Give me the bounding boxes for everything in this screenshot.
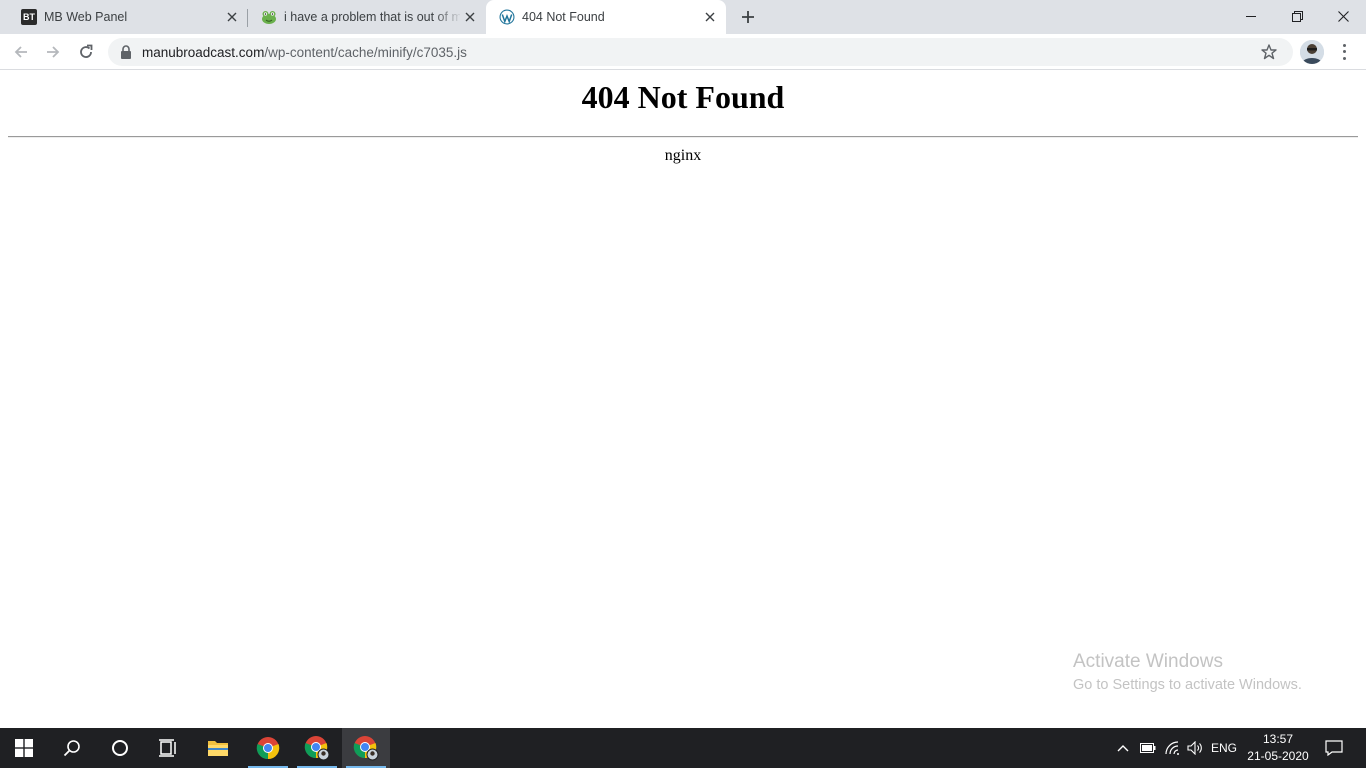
chrome-icon	[256, 737, 280, 760]
browser-menu-button[interactable]	[1336, 42, 1352, 62]
tab-title: MB Web Panel	[44, 10, 128, 24]
close-tab-icon[interactable]	[224, 9, 240, 25]
tab-problem-question[interactable]: i have a problem that is out of m	[248, 0, 486, 34]
minimize-icon	[1246, 16, 1256, 17]
activation-watermark-title: Activate Windows	[1073, 651, 1223, 672]
cortana-button[interactable]	[96, 728, 144, 768]
tab-title-fade	[434, 8, 462, 26]
activation-watermark-subtitle: Go to Settings to activate Windows.	[1073, 677, 1302, 693]
notification-icon	[1325, 740, 1343, 756]
frog-favicon-icon	[261, 9, 277, 25]
clock-time: 13:57	[1262, 732, 1294, 746]
profile-avatar[interactable]	[1300, 40, 1324, 64]
action-center-button[interactable]	[1316, 728, 1352, 768]
menu-dot	[1342, 57, 1346, 61]
battery-icon	[1140, 743, 1156, 753]
bt-favicon-icon: BT	[21, 9, 37, 25]
close-window-button[interactable]	[1320, 0, 1366, 32]
tab-mb-web-panel[interactable]: BT MB Web Panel	[8, 0, 248, 34]
battery-tray-button[interactable]	[1136, 728, 1160, 768]
address-bar[interactable]: manubroadcast.com/wp-content/cache/minif…	[108, 38, 1293, 66]
browser-toolbar: manubroadcast.com/wp-content/cache/minif…	[0, 34, 1366, 70]
close-tab-icon[interactable]	[702, 9, 718, 25]
speaker-icon	[1187, 741, 1202, 755]
person-avatar-icon	[1300, 40, 1324, 64]
chrome-profile-taskbar-button[interactable]	[293, 728, 341, 768]
task-view-icon	[159, 739, 176, 757]
windows-taskbar: ENG 13:57 21-05-2020	[0, 728, 1366, 768]
new-tab-button[interactable]	[736, 6, 760, 28]
reload-button[interactable]	[74, 40, 98, 64]
plus-icon	[742, 11, 754, 23]
bookmark-star-icon[interactable]	[1260, 43, 1278, 61]
task-view-button[interactable]	[144, 728, 192, 768]
forward-button[interactable]	[41, 40, 65, 64]
server-signature: nginx	[664, 147, 702, 164]
restore-button[interactable]	[1274, 0, 1320, 32]
start-button[interactable]	[0, 728, 48, 768]
network-tray-button[interactable]	[1161, 728, 1185, 768]
volume-tray-button[interactable]	[1184, 728, 1208, 768]
wifi-icon	[1165, 741, 1179, 755]
close-tab-icon[interactable]	[462, 9, 478, 25]
chrome-taskbar-button[interactable]	[244, 728, 292, 768]
cortana-icon	[112, 740, 128, 756]
lock-icon[interactable]	[120, 45, 132, 59]
reload-icon	[80, 44, 93, 58]
file-explorer-button[interactable]	[194, 728, 242, 768]
input-language-button[interactable]: ENG	[1208, 728, 1240, 768]
show-hidden-icons-button[interactable]	[1112, 728, 1134, 768]
clock-date: 21-05-2020	[1247, 749, 1309, 763]
tab-404-not-found[interactable]: 404 Not Found	[486, 0, 726, 34]
url-path: /wp-content/cache/minify/c7035.js	[264, 45, 467, 60]
restore-icon	[1291, 10, 1303, 22]
menu-dot	[1342, 43, 1346, 47]
chrome-profile-icon	[304, 736, 330, 761]
chevron-up-icon	[1117, 745, 1129, 752]
page-title: 404 Not Found	[581, 79, 785, 115]
taskbar-clock[interactable]: 13:57 21-05-2020	[1244, 731, 1312, 765]
search-button[interactable]	[48, 728, 96, 768]
chrome-profile-icon	[353, 736, 379, 761]
file-explorer-icon	[208, 741, 228, 756]
wordpress-favicon-icon	[499, 9, 515, 25]
back-button[interactable]	[9, 40, 33, 64]
tab-strip: BT MB Web Panel i have a problem that is…	[0, 0, 1366, 34]
minimize-button[interactable]	[1228, 0, 1274, 32]
arrow-left-icon	[14, 46, 27, 58]
menu-dot	[1342, 50, 1346, 54]
language-indicator: ENG	[1210, 741, 1237, 755]
search-icon	[63, 740, 80, 757]
close-icon	[1337, 10, 1349, 22]
url-host: manubroadcast.com	[142, 45, 265, 60]
chrome-profile-taskbar-button-active[interactable]	[342, 728, 390, 768]
page-viewport: 404 Not Found nginx Activate Windows Go …	[0, 71, 1366, 728]
url-text[interactable]: manubroadcast.com/wp-content/cache/minif…	[142, 45, 467, 60]
arrow-right-icon	[47, 46, 60, 58]
horizontal-rule	[8, 136, 1358, 138]
tab-title: 404 Not Found	[522, 10, 605, 24]
windows-logo-icon	[15, 739, 33, 757]
